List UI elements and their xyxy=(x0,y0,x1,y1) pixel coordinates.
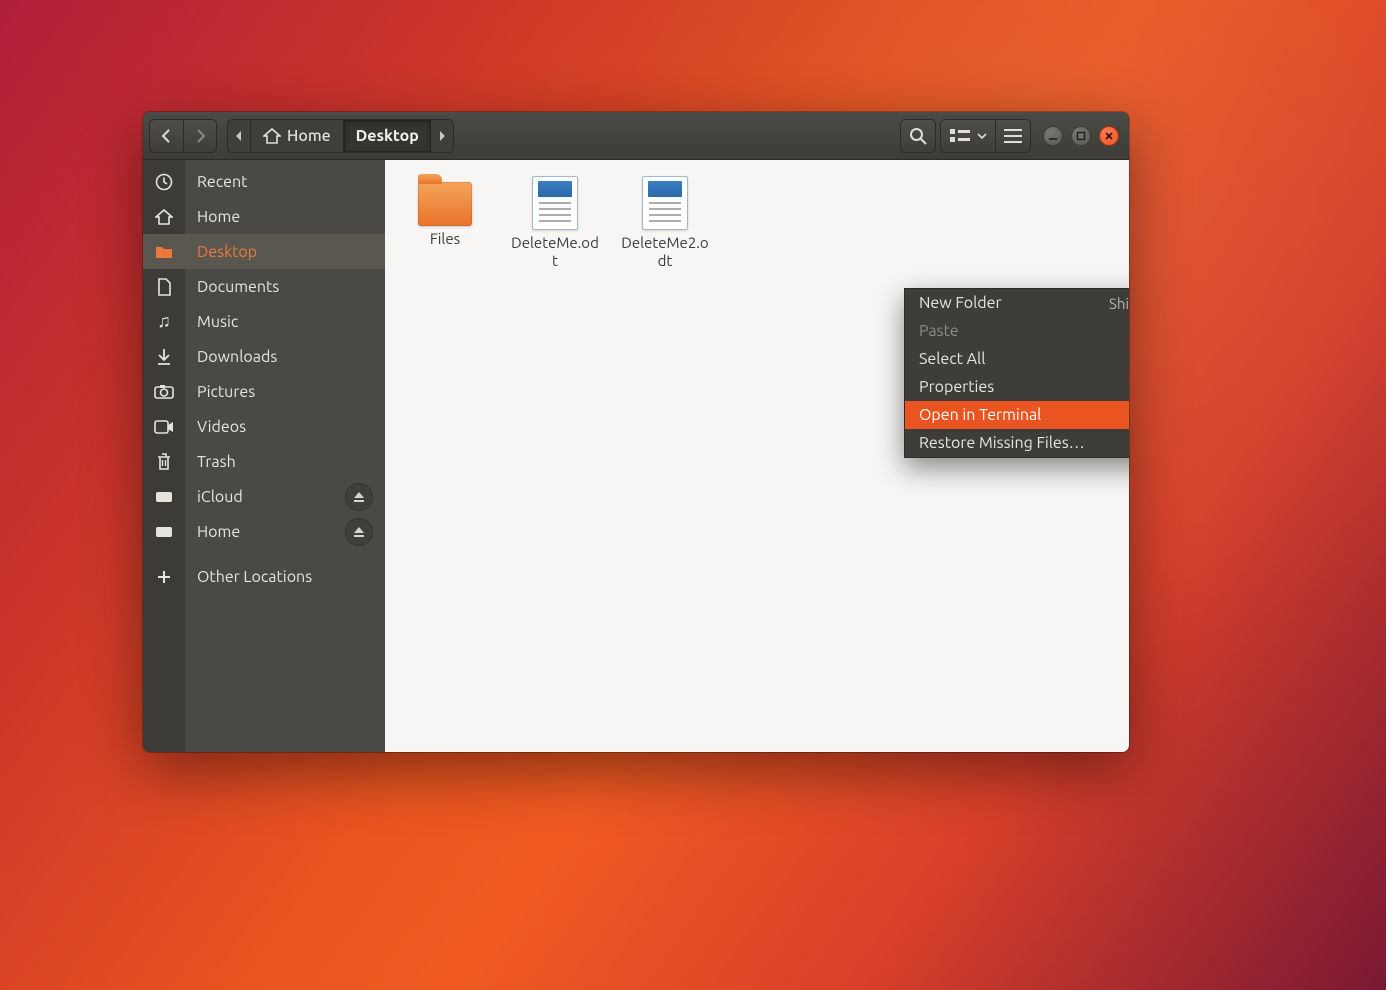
folder-icon xyxy=(143,234,185,269)
clock-icon xyxy=(143,164,185,199)
sidebar-item-home[interactable]: Home xyxy=(185,199,385,234)
sidebar-item-videos[interactable]: Videos xyxy=(185,409,385,444)
sidebar-item-label: Music xyxy=(185,313,375,331)
file-item-folder[interactable]: Files xyxy=(399,170,491,270)
file-item-odt[interactable]: DeleteMe2.odt xyxy=(619,170,711,270)
file-item-odt[interactable]: DeleteMe.odt xyxy=(509,170,601,270)
sidebar-item-home-drive[interactable]: Home xyxy=(185,514,385,549)
download-icon xyxy=(143,339,185,374)
odt-file-icon xyxy=(532,176,578,230)
menu-item-restore-missing[interactable]: Restore Missing Files… xyxy=(905,429,1129,457)
sidebar-item-label: Videos xyxy=(185,418,375,436)
file-label: DeleteMe2.odt xyxy=(619,234,711,270)
menu-item-label: Restore Missing Files… xyxy=(919,434,1085,452)
menu-item-label: Select All xyxy=(919,350,985,368)
minimize-icon xyxy=(1048,131,1058,141)
sidebar-item-music[interactable]: ♫ Music xyxy=(185,304,385,339)
search-icon xyxy=(909,127,927,145)
eject-icon xyxy=(353,526,365,538)
path-forward-icon[interactable] xyxy=(431,120,453,152)
sidebar-item-label: Home xyxy=(185,208,375,226)
trash-icon xyxy=(143,444,185,479)
file-label: Files xyxy=(430,230,460,248)
maximize-icon xyxy=(1076,131,1086,141)
sidebar-item-label: Home xyxy=(185,523,345,541)
menu-item-label: Open in Terminal xyxy=(919,406,1041,424)
path-back-icon[interactable] xyxy=(228,120,250,152)
chevron-left-icon xyxy=(161,129,173,143)
sidebar-item-recent[interactable]: Recent xyxy=(185,164,385,199)
wallpaper: Home Desktop xyxy=(0,0,1386,990)
path-segment-current[interactable]: Desktop xyxy=(343,120,431,152)
sidebar-item-documents[interactable]: Documents xyxy=(185,269,385,304)
window-body: Recent Home Desktop xyxy=(143,160,1129,752)
path-home-label: Home xyxy=(287,127,331,145)
sidebar-item-icloud[interactable]: iCloud xyxy=(185,479,385,514)
sidebar-item-trash[interactable]: Trash xyxy=(185,444,385,479)
forward-button[interactable] xyxy=(183,119,217,153)
chevron-right-icon xyxy=(194,129,206,143)
list-view-icon xyxy=(949,128,971,144)
document-icon xyxy=(143,269,185,304)
menu-item-select-all[interactable]: Select All Ctrl+A xyxy=(905,345,1129,373)
home-icon xyxy=(143,199,185,234)
folder-icon xyxy=(418,182,472,226)
hamburger-menu-button[interactable] xyxy=(995,119,1031,153)
menu-item-label: Paste xyxy=(919,322,959,340)
sidebar-item-label: Other Locations xyxy=(185,568,375,586)
sidebar-item-label: Trash xyxy=(185,453,375,471)
minimize-button[interactable] xyxy=(1043,126,1063,146)
home-icon xyxy=(263,128,281,144)
sidebar-item-label: Recent xyxy=(185,173,375,191)
path-current-label: Desktop xyxy=(356,127,419,145)
menu-item-properties[interactable]: Properties Ctrl+I xyxy=(905,373,1129,401)
hamburger-icon xyxy=(1004,129,1022,143)
file-manager-window: Home Desktop xyxy=(143,112,1129,752)
sidebar-item-label: Documents xyxy=(185,278,375,296)
content-area[interactable]: Files DeleteMe.odt DeleteMe2.odt New Fol… xyxy=(385,160,1129,752)
window-controls xyxy=(1043,126,1119,146)
menu-item-open-terminal[interactable]: Open in Terminal xyxy=(905,401,1129,429)
sidebar-item-other-locations[interactable]: Other Locations xyxy=(185,559,385,594)
sidebar-item-pictures[interactable]: Pictures xyxy=(185,374,385,409)
maximize-button[interactable] xyxy=(1071,126,1091,146)
close-icon xyxy=(1104,131,1114,141)
menu-item-shortcut: Shift+Ctrl+N xyxy=(1109,295,1129,312)
drive-icon xyxy=(143,479,185,514)
menu-item-new-folder[interactable]: New Folder Shift+Ctrl+N xyxy=(905,289,1129,317)
menu-item-paste: Paste Ctrl+V xyxy=(905,317,1129,345)
menu-item-label: Properties xyxy=(919,378,994,396)
titlebar: Home Desktop xyxy=(143,112,1129,160)
back-button[interactable] xyxy=(149,119,183,153)
search-button[interactable] xyxy=(900,119,936,153)
view-mode-button[interactable] xyxy=(940,119,995,153)
odt-file-icon xyxy=(642,176,688,230)
path-segment-home[interactable]: Home xyxy=(250,120,343,152)
file-label: DeleteMe.odt xyxy=(509,234,601,270)
sidebar-item-label: iCloud xyxy=(185,488,345,506)
sidebar-item-label: Pictures xyxy=(185,383,375,401)
sidebar-item-label: Downloads xyxy=(185,348,375,366)
drive-icon xyxy=(143,514,185,549)
view-group xyxy=(940,119,1031,153)
sidebar-item-label: Desktop xyxy=(185,243,375,261)
camera-icon xyxy=(143,374,185,409)
close-button[interactable] xyxy=(1099,126,1119,146)
video-icon xyxy=(143,409,185,444)
sidebar-item-downloads[interactable]: Downloads xyxy=(185,339,385,374)
menu-item-label: New Folder xyxy=(919,294,1002,312)
music-icon: ♫ xyxy=(143,304,185,339)
nav-group xyxy=(149,119,217,153)
eject-icon xyxy=(353,491,365,503)
pathbar: Home Desktop xyxy=(227,119,454,153)
sidebar: Recent Home Desktop xyxy=(185,160,385,752)
plus-icon xyxy=(143,559,185,594)
sidebar-item-desktop[interactable]: Desktop xyxy=(185,234,385,269)
chevron-down-icon xyxy=(977,132,987,140)
eject-button[interactable] xyxy=(345,518,373,546)
context-menu: New Folder Shift+Ctrl+N Paste Ctrl+V Sel… xyxy=(904,288,1129,458)
eject-button[interactable] xyxy=(345,483,373,511)
